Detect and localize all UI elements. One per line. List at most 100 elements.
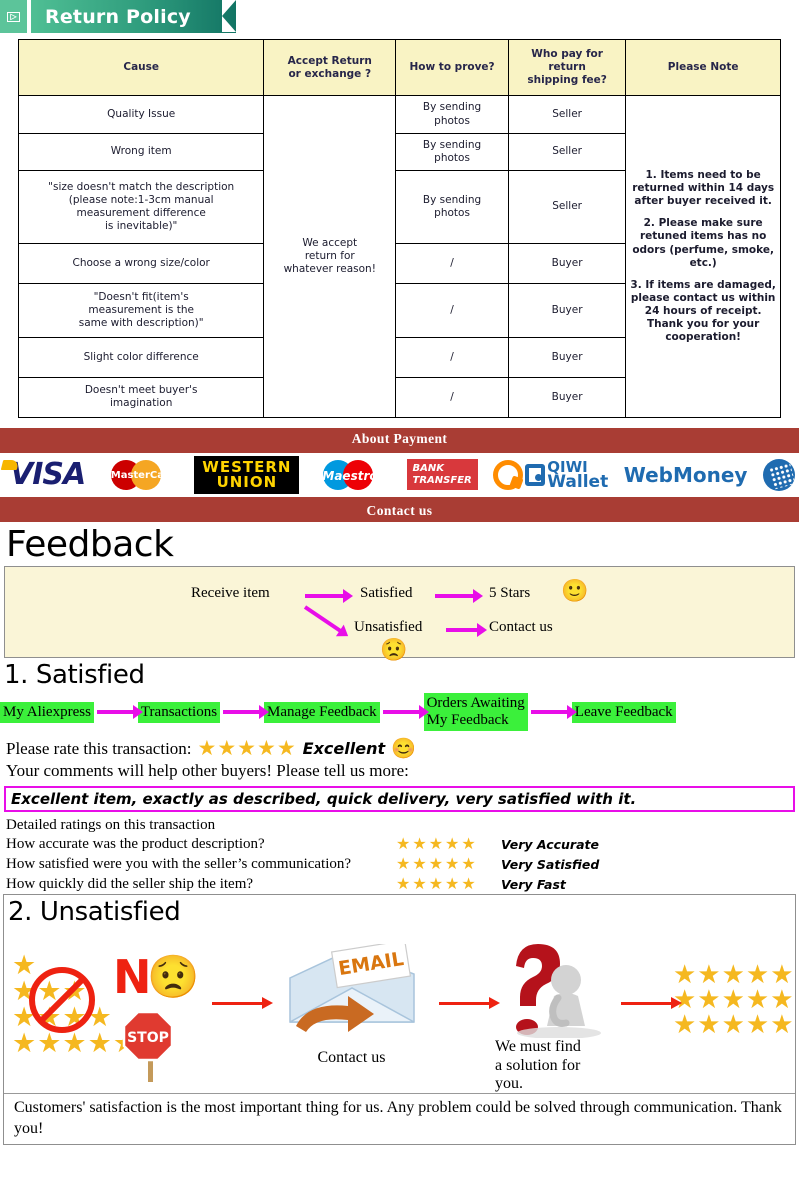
detail-question: How accurate was the product description… (6, 835, 265, 852)
detail-stars[interactable]: ★★★★★ (396, 874, 501, 894)
step-transactions[interactable]: Transactions (137, 701, 221, 723)
step-arrow-1 (96, 705, 143, 720)
step-manage-feedback[interactable]: Manage Feedback (264, 701, 380, 723)
flow-unsatisfied: Unsatisfied (354, 618, 423, 635)
qiwi-wallet-logo: QIWI Wallet (493, 459, 609, 492)
solution-block: We must find a solution for you. (491, 934, 621, 1093)
return-policy-table: Cause Accept Return or exchange ? How to… (17, 38, 781, 418)
unsatisfied-heading: 2. Unsatisfied (8, 897, 181, 928)
cell-who-pays: Seller (507, 95, 627, 134)
note-item-1: 1. Items need to be returned within 14 d… (632, 168, 775, 208)
col-header-who-pays: Who pay for return shipping fee? (507, 38, 627, 97)
bottom-note: Customers' satisfaction is the most impo… (4, 1093, 795, 1144)
flow-contact-us: Contact us (489, 618, 553, 635)
return-policy-banner: ▷ Return Policy (0, 0, 799, 33)
cell-who-pays: Buyer (507, 376, 627, 418)
sad-face-icon: 😟 (147, 953, 200, 1001)
western-union-logo: WESTERN UNION (194, 455, 300, 494)
feedback-flow-diagram: Receive item Satisfied 5 Stars 🙂 Unsatis… (4, 565, 795, 662)
unsatisfied-flow: ★ ★★★ ★★★★ ★★★★★ N 😟 STOP EMAIL Contact … (4, 928, 795, 1093)
cell-cause: "size doesn't match the description (ple… (17, 169, 265, 244)
step-my-aliexpress[interactable]: My Aliexpress (0, 701, 94, 723)
detail-rating-row: How quickly did the seller ship the item… (0, 874, 799, 894)
high-rating-stars: ★★★★★ ★★★★★ ★★★★★ (673, 959, 795, 1040)
cell-cause: Slight color difference (17, 336, 265, 378)
detail-rating-row: How satisfied were you with the seller’s… (0, 854, 799, 874)
qiwi-q-icon (493, 459, 524, 490)
cell-how-to-prove: By sending photos (395, 169, 509, 244)
payment-logos-strip: VISA MasterCard WESTERN UNION Maestro BA… (0, 449, 799, 500)
contact-us-bar: Contact us (0, 499, 799, 522)
cell-please-note: 1. Items need to be returned within 14 d… (625, 95, 781, 418)
mastercard-logo: MasterCard (101, 458, 179, 492)
visa-logo-label: VISA (4, 457, 86, 492)
cell-how-to-prove: / (395, 336, 509, 378)
comment-text-box[interactable]: Excellent item, exactly as described, qu… (4, 786, 795, 813)
banner-notch-shape (222, 0, 236, 32)
note-item-2: 2. Please make sure retuned items has no… (632, 217, 774, 269)
webmoney-label: WebMoney (623, 462, 748, 487)
note-item-3: 3. If items are damaged, please contact … (630, 278, 776, 344)
rate-transaction-row: Please rate this transaction: ★★★★★ Exce… (0, 735, 799, 759)
step-arrow-4 (530, 705, 577, 720)
col-header-accept-return: Accept Return or exchange ? (263, 38, 397, 97)
unsat-arrow-2 (439, 997, 500, 1010)
cell-cause: "Doesn't fit(item's measurement is the s… (17, 282, 265, 338)
no-letter-label: N (113, 950, 152, 1005)
cell-accept-return: We accept return for whatever reason! (263, 95, 397, 418)
satisfied-heading: 1. Satisfied (4, 659, 145, 690)
rate-excellent-label: Excellent (302, 739, 386, 759)
step-orders-awaiting-my-feedback[interactable]: Orders Awaiting My Feedback (423, 692, 528, 732)
mastercard-logo-label: MasterCard (110, 469, 177, 481)
cell-cause: Quality Issue (17, 95, 265, 134)
unsat-arrow-1 (212, 997, 273, 1010)
stop-sign-icon: STOP (122, 1011, 174, 1083)
about-payment-bar: About Payment (0, 427, 799, 450)
email-block: EMAIL Contact us (264, 934, 439, 1067)
detail-question: How satisfied were you with the seller’s… (6, 855, 352, 872)
webmoney-logo: WebMoney (624, 463, 748, 487)
flow-arrow-2 (435, 588, 483, 603)
detail-rating-row: How accurate was the product description… (0, 834, 799, 854)
col-header-please-note: Please Note (625, 38, 781, 97)
step-leave-feedback[interactable]: Leave Feedback (571, 701, 676, 723)
comments-prompt-label: Your comments will help other buyers! Pl… (6, 761, 409, 781)
cell-how-to-prove: By sending photos (395, 95, 509, 134)
cell-cause: Wrong item (17, 132, 265, 171)
sad-face-icon: 😟 (380, 636, 408, 662)
cell-cause: Choose a wrong size/color (17, 242, 265, 284)
bad-rating-cluster: ★ ★★★ ★★★★ ★★★★★ N 😟 STOP (12, 934, 212, 1084)
wallet-icon (525, 463, 546, 486)
bank-transfer-logo: BANK TRANSFER (406, 459, 478, 491)
banner-title-wrap: Return Policy (31, 0, 236, 33)
detail-label: Very Fast (501, 876, 566, 892)
cell-who-pays: Seller (507, 132, 627, 171)
flow-arrow-4 (446, 622, 487, 637)
detail-label: Very Satisfied (501, 856, 600, 872)
page-title: Return Policy (45, 5, 191, 28)
unsat-arrow-3 (621, 997, 682, 1010)
rate-stars[interactable]: ★★★★★ (198, 738, 297, 759)
bank-transfer-line2: TRANSFER (412, 474, 472, 486)
mail-icon: ▷ (0, 0, 27, 33)
maestro-logo: Maestro (315, 458, 391, 492)
good-rating-cluster: ★★★★★★★★★★★★★★★ 😊 (673, 959, 799, 1040)
visa-logo: VISA (4, 457, 86, 492)
unsatisfied-section: 2. Unsatisfied ★★★★★★★★★★★★★ N 😟 STOP (3, 894, 796, 1145)
bank-transfer-line1: BANK (412, 463, 445, 475)
cell-how-to-prove: / (395, 282, 509, 338)
qiwi-wallet-label: QIWI Wallet (547, 459, 609, 492)
detail-stars[interactable]: ★★★★★ (396, 834, 501, 854)
col-header-how-to-prove: How to prove? (395, 38, 509, 97)
col-header-cause: Cause (17, 38, 265, 97)
webmoney-icon (762, 458, 795, 491)
flow-receive-item: Receive item (191, 584, 270, 601)
contact-us-caption: Contact us (317, 1049, 386, 1067)
qiwi-line2: Wallet (547, 471, 609, 492)
cell-how-to-prove: / (395, 376, 509, 418)
detail-stars[interactable]: ★★★★★ (396, 854, 501, 874)
banner-filler (236, 0, 799, 33)
cell-who-pays: Seller (507, 169, 627, 244)
flow-five-stars: 5 Stars (489, 584, 531, 601)
table-row: Quality Issue We accept return for whate… (17, 95, 781, 418)
